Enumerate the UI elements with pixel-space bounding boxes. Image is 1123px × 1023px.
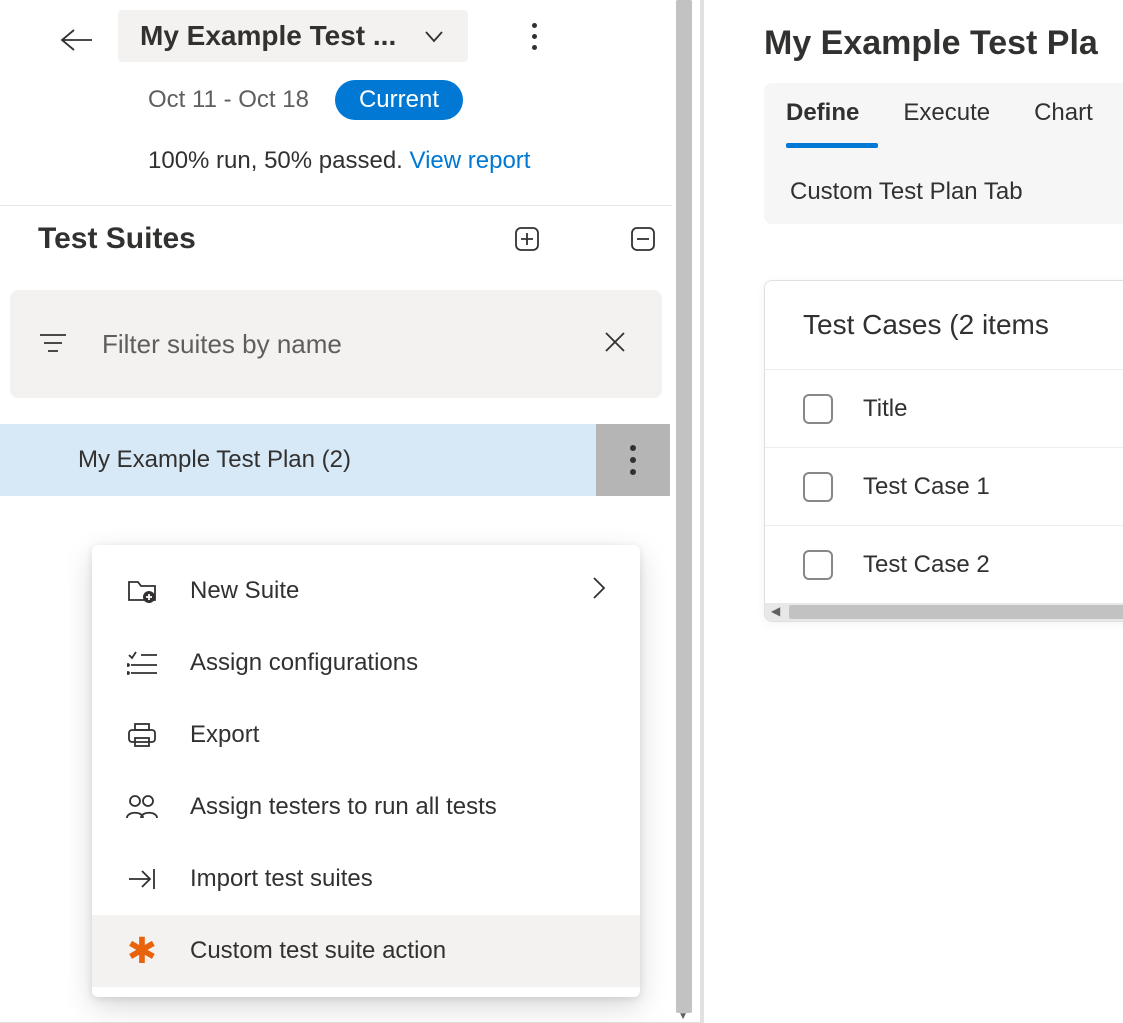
import-icon <box>126 863 158 895</box>
tabs-section: Define Execute Chart Custom Test Plan Ta… <box>764 83 1123 224</box>
tab-define[interactable]: Define <box>786 99 859 127</box>
suite-more-actions-button[interactable] <box>596 424 670 496</box>
test-case-title: Test Case 2 <box>863 551 990 579</box>
page-title: My Example Test Pla <box>764 24 1123 63</box>
printer-icon <box>126 719 158 751</box>
folder-plus-icon <box>126 575 158 607</box>
scrollbar-thumb[interactable] <box>676 0 692 1013</box>
clear-filter-icon[interactable] <box>598 329 632 360</box>
expand-all-button[interactable] <box>508 220 546 258</box>
scroll-down-icon[interactable]: ▼ <box>678 1011 688 1022</box>
filter-suites-box[interactable] <box>10 290 662 398</box>
date-range: Oct 11 - Oct 18 <box>148 86 309 114</box>
chevron-right-icon <box>592 575 606 607</box>
filter-suites-input[interactable] <box>100 328 598 361</box>
left-scrollbar[interactable]: ▼ <box>672 0 700 1022</box>
suite-context-menu: New Suite Assign configurations Export A… <box>92 545 640 997</box>
suite-row-selected[interactable]: My Example Test Plan (2) <box>0 424 670 496</box>
test-plan-dropdown[interactable]: My Example Test ... <box>118 10 468 62</box>
test-cases-panel: Test Cases (2 items Title Test Case 1 Te… <box>764 280 1123 622</box>
menu-item-assign-configurations[interactable]: Assign configurations <box>92 627 640 699</box>
table-row[interactable]: Test Case 1 <box>765 447 1123 525</box>
test-plan-dropdown-label: My Example Test ... <box>140 20 396 52</box>
tab-execute[interactable]: Execute <box>903 99 990 127</box>
list-check-icon <box>126 647 158 679</box>
back-arrow-icon[interactable] <box>60 28 92 58</box>
test-suites-heading: Test Suites <box>38 222 478 256</box>
chevron-down-icon <box>422 24 446 48</box>
scrollbar-thumb[interactable] <box>789 605 1123 619</box>
select-all-checkbox[interactable] <box>803 394 833 424</box>
filter-icon <box>40 332 66 357</box>
run-stats: 100% run, 50% passed. View report <box>0 120 700 206</box>
custom-tab-label[interactable]: Custom Test Plan Tab <box>786 178 1123 206</box>
horizontal-scrollbar[interactable]: ◀ <box>765 603 1123 621</box>
active-tab-indicator <box>786 143 878 148</box>
tab-chart[interactable]: Chart <box>1034 99 1093 127</box>
right-pane: My Example Test Pla Define Execute Chart… <box>704 0 1123 1023</box>
table-row[interactable]: Test Case 2 <box>765 525 1123 603</box>
view-report-link[interactable]: View report <box>410 147 531 174</box>
menu-item-custom-action[interactable]: ✱ Custom test suite action <box>92 915 640 987</box>
suite-name: My Example Test Plan (2) <box>78 446 596 474</box>
row-checkbox[interactable] <box>803 550 833 580</box>
more-options-button[interactable] <box>524 15 545 58</box>
star-icon: ✱ <box>126 935 158 967</box>
collapse-all-button[interactable] <box>624 220 662 258</box>
test-cases-heading: Test Cases (2 items <box>765 281 1123 369</box>
test-case-title: Test Case 1 <box>863 473 990 501</box>
menu-item-export[interactable]: Export <box>92 699 640 771</box>
people-icon <box>126 791 158 823</box>
menu-item-assign-testers[interactable]: Assign testers to run all tests <box>92 771 640 843</box>
current-badge: Current <box>335 80 463 120</box>
scroll-left-icon[interactable]: ◀ <box>771 604 780 618</box>
column-title[interactable]: Title <box>863 395 907 423</box>
row-checkbox[interactable] <box>803 472 833 502</box>
menu-item-new-suite[interactable]: New Suite <box>92 555 640 627</box>
menu-item-import-suites[interactable]: Import test suites <box>92 843 640 915</box>
table-header-row: Title <box>765 369 1123 447</box>
